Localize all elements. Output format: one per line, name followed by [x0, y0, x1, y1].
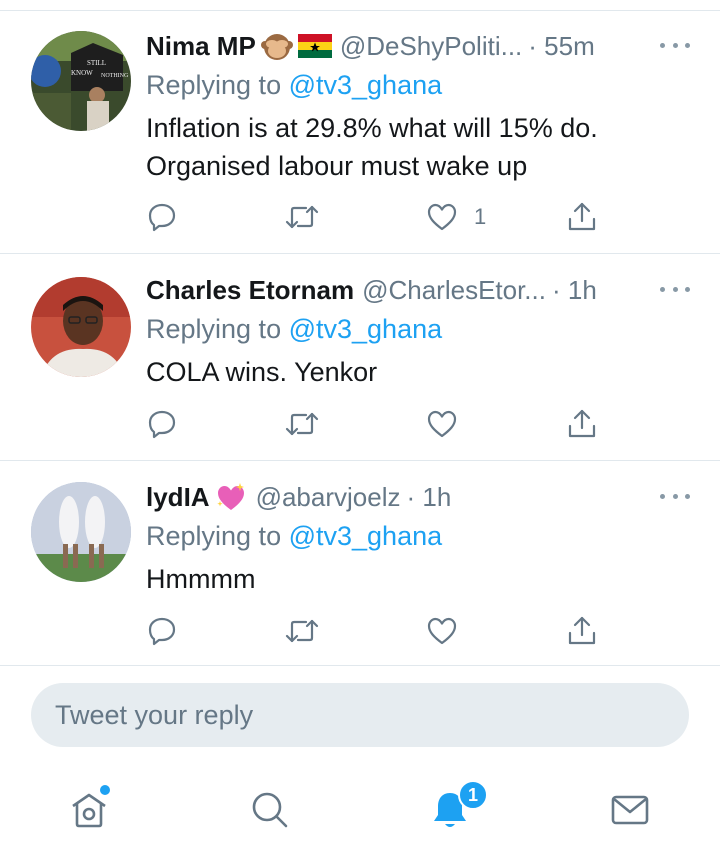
tab-messages[interactable] — [600, 780, 660, 840]
reply-icon — [148, 203, 176, 232]
timestamp: · 55m — [528, 30, 595, 61]
replying-prefix: Replying to — [146, 70, 289, 100]
reply-composer[interactable] — [31, 683, 689, 747]
replying-to: Replying to @tv3_ghana — [146, 67, 700, 103]
tab-search[interactable] — [240, 780, 300, 840]
reply-icon — [148, 617, 176, 646]
handle[interactable]: @CharlesEtor... — [362, 275, 546, 306]
like-button[interactable] — [426, 404, 458, 444]
replying-to-mention[interactable]: @tv3_ghana — [289, 521, 443, 551]
avatar[interactable] — [31, 482, 131, 582]
display-name[interactable]: Charles Etornam — [146, 275, 354, 306]
tweet-text: Inflation is at 29.8% what will 15% do. … — [146, 113, 598, 181]
retweet-icon — [285, 412, 319, 436]
like-icon — [427, 410, 457, 438]
tweet-text: COLA wins. Yenkor — [146, 357, 378, 387]
replying-prefix: Replying to — [146, 521, 289, 551]
ghana-flag-icon — [297, 34, 332, 58]
handle[interactable]: @DeShyPoliti... — [340, 31, 522, 62]
share-button[interactable] — [566, 197, 598, 237]
share-button[interactable] — [566, 611, 598, 651]
more-icon[interactable] — [660, 277, 690, 301]
share-icon — [568, 202, 596, 231]
reply-button[interactable] — [146, 404, 178, 444]
retweet-icon — [285, 619, 319, 643]
svg-text:STILL: STILL — [87, 59, 106, 67]
share-icon — [568, 409, 596, 438]
timestamp: · 1h — [551, 274, 597, 305]
reply-icon — [148, 410, 176, 439]
replying-to: Replying to @tv3_ghana — [146, 311, 700, 347]
reply-button[interactable] — [146, 611, 178, 651]
messages-icon — [611, 795, 649, 825]
display-name[interactable]: Nima MP — [146, 31, 256, 62]
timestamp: · 1h — [406, 481, 452, 512]
reply-button[interactable] — [146, 197, 178, 237]
tweet-header: Nima MP @DeShyPoliti... · 55m — [146, 27, 700, 65]
like-icon — [427, 203, 457, 231]
tweet-actions — [146, 611, 626, 651]
reply-input[interactable] — [55, 699, 689, 731]
tweet-reply[interactable]: lydIA @abarvjoelz · 1h Replying to @tv3_… — [0, 461, 720, 666]
like-count: 1 — [474, 204, 487, 229]
svg-text:NOTHING: NOTHING — [101, 73, 129, 79]
see-no-evil-monkey-icon — [260, 30, 294, 62]
replying-prefix: Replying to — [146, 314, 289, 344]
retweet-button[interactable] — [284, 197, 320, 237]
tweet-actions: 1 — [146, 197, 626, 237]
more-icon[interactable] — [660, 33, 690, 57]
replying-to-mention[interactable]: @tv3_ghana — [289, 70, 443, 100]
replying-to: Replying to @tv3_ghana — [146, 518, 700, 554]
retweet-icon — [285, 205, 319, 229]
svg-text:KNOW: KNOW — [71, 69, 93, 77]
like-button[interactable]: 1 — [426, 197, 486, 237]
replying-to-mention[interactable]: @tv3_ghana — [289, 314, 443, 344]
tweet-content: lydIA @abarvjoelz · 1h Replying to @tv3_… — [146, 478, 700, 598]
handle[interactable]: @abarvjoelz — [256, 482, 401, 513]
retweet-button[interactable] — [284, 611, 320, 651]
sparkling-heart-icon — [214, 481, 248, 513]
tweet-actions — [146, 404, 626, 444]
share-button[interactable] — [566, 404, 598, 444]
display-name[interactable]: lydIA — [146, 482, 210, 513]
notifications-badge: 1 — [458, 780, 488, 810]
tab-notifications[interactable]: 1 — [420, 780, 488, 840]
more-icon[interactable] — [660, 484, 690, 508]
tweet-reply[interactable]: STILL KNOW NOTHING Nima MP @DeShyPoliti.… — [0, 11, 720, 254]
retweet-button[interactable] — [284, 404, 320, 444]
tab-home[interactable] — [59, 780, 119, 840]
tweet-header: lydIA @abarvjoelz · 1h — [146, 478, 700, 516]
tweet-content: Charles Etornam @CharlesEtor... · 1h Rep… — [146, 271, 700, 391]
tweet-reply[interactable]: Charles Etornam @CharlesEtor... · 1h Rep… — [0, 254, 720, 461]
avatar[interactable] — [31, 277, 131, 377]
avatar[interactable]: STILL KNOW NOTHING — [31, 31, 131, 131]
tweet-content: Nima MP @DeShyPoliti... · 55m Replying t… — [146, 27, 700, 185]
like-icon — [427, 617, 457, 645]
tweet-replies-screen: STILL KNOW NOTHING Nima MP @DeShyPoliti.… — [0, 0, 720, 855]
share-icon — [568, 616, 596, 645]
like-button[interactable] — [426, 611, 458, 651]
bottom-tab-bar: 1 — [0, 768, 720, 855]
tweet-text: Hmmmm — [146, 564, 256, 594]
new-content-dot — [100, 785, 110, 795]
tweet-header: Charles Etornam @CharlesEtor... · 1h — [146, 271, 700, 309]
search-icon — [252, 792, 288, 828]
